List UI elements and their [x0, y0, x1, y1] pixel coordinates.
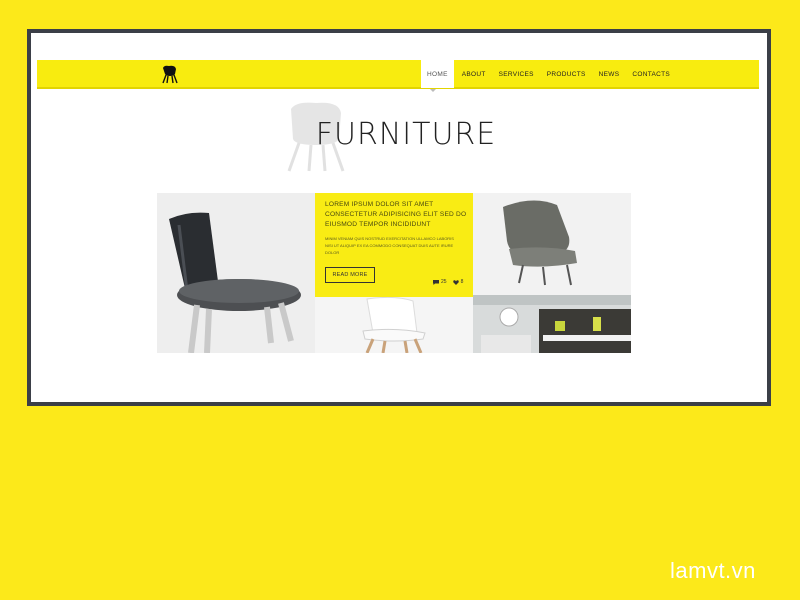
comment-count-value: 25 — [441, 279, 447, 285]
watermark-text: lamvt.vn — [670, 558, 756, 583]
read-more-button[interactable]: READ MORE — [325, 267, 375, 283]
nav-news[interactable]: NEWS — [594, 60, 625, 88]
grey-armchair-image — [473, 193, 631, 295]
promo-card: LOREM IPSUM DOLOR SIT AMET CONSECTETUR A… — [315, 193, 473, 297]
nav-contacts[interactable]: CONTACTS — [627, 60, 675, 88]
interior-room-image — [473, 295, 631, 353]
promo-stats: 25 8 — [433, 279, 463, 285]
comment-icon — [433, 279, 439, 285]
nav-products[interactable]: PRODUCTS — [542, 60, 591, 88]
product-grid: LOREM IPSUM DOLOR SIT AMET CONSECTETUR A… — [157, 193, 635, 353]
hero-title: FURNITURE — [315, 117, 497, 152]
comment-count[interactable]: 25 — [433, 279, 447, 285]
main-nav: HOME ABOUT SERVICES PRODUCTS NEWS CONTAC… — [421, 60, 678, 88]
chair-logo-icon[interactable] — [159, 63, 181, 85]
website-page: HOME ABOUT SERVICES PRODUCTS NEWS CONTAC… — [31, 33, 767, 402]
header-bar: HOME ABOUT SERVICES PRODUCTS NEWS CONTAC… — [37, 60, 759, 89]
black-chair-image — [157, 193, 315, 353]
nav-services[interactable]: SERVICES — [494, 60, 539, 88]
promo-body-text: MINIM VENIAM QUIS NOSTRUD EXERCITATION U… — [325, 236, 454, 255]
product-image-interior[interactable] — [473, 295, 631, 353]
promo-heading: LOREM IPSUM DOLOR SIT AMET CONSECTETUR A… — [325, 201, 467, 228]
product-image-white-chair[interactable] — [315, 297, 473, 353]
nav-home[interactable]: HOME — [421, 60, 454, 88]
like-icon — [452, 279, 459, 285]
product-image-black-chair[interactable] — [157, 193, 315, 353]
like-count-value: 8 — [460, 279, 464, 285]
product-image-grey-armchair[interactable] — [473, 193, 631, 295]
like-count[interactable]: 8 — [452, 279, 464, 285]
white-chair-image — [315, 297, 473, 353]
nav-active-caret-icon — [430, 89, 436, 92]
browser-frame: HOME ABOUT SERVICES PRODUCTS NEWS CONTAC… — [27, 29, 771, 406]
nav-about[interactable]: ABOUT — [457, 60, 491, 88]
